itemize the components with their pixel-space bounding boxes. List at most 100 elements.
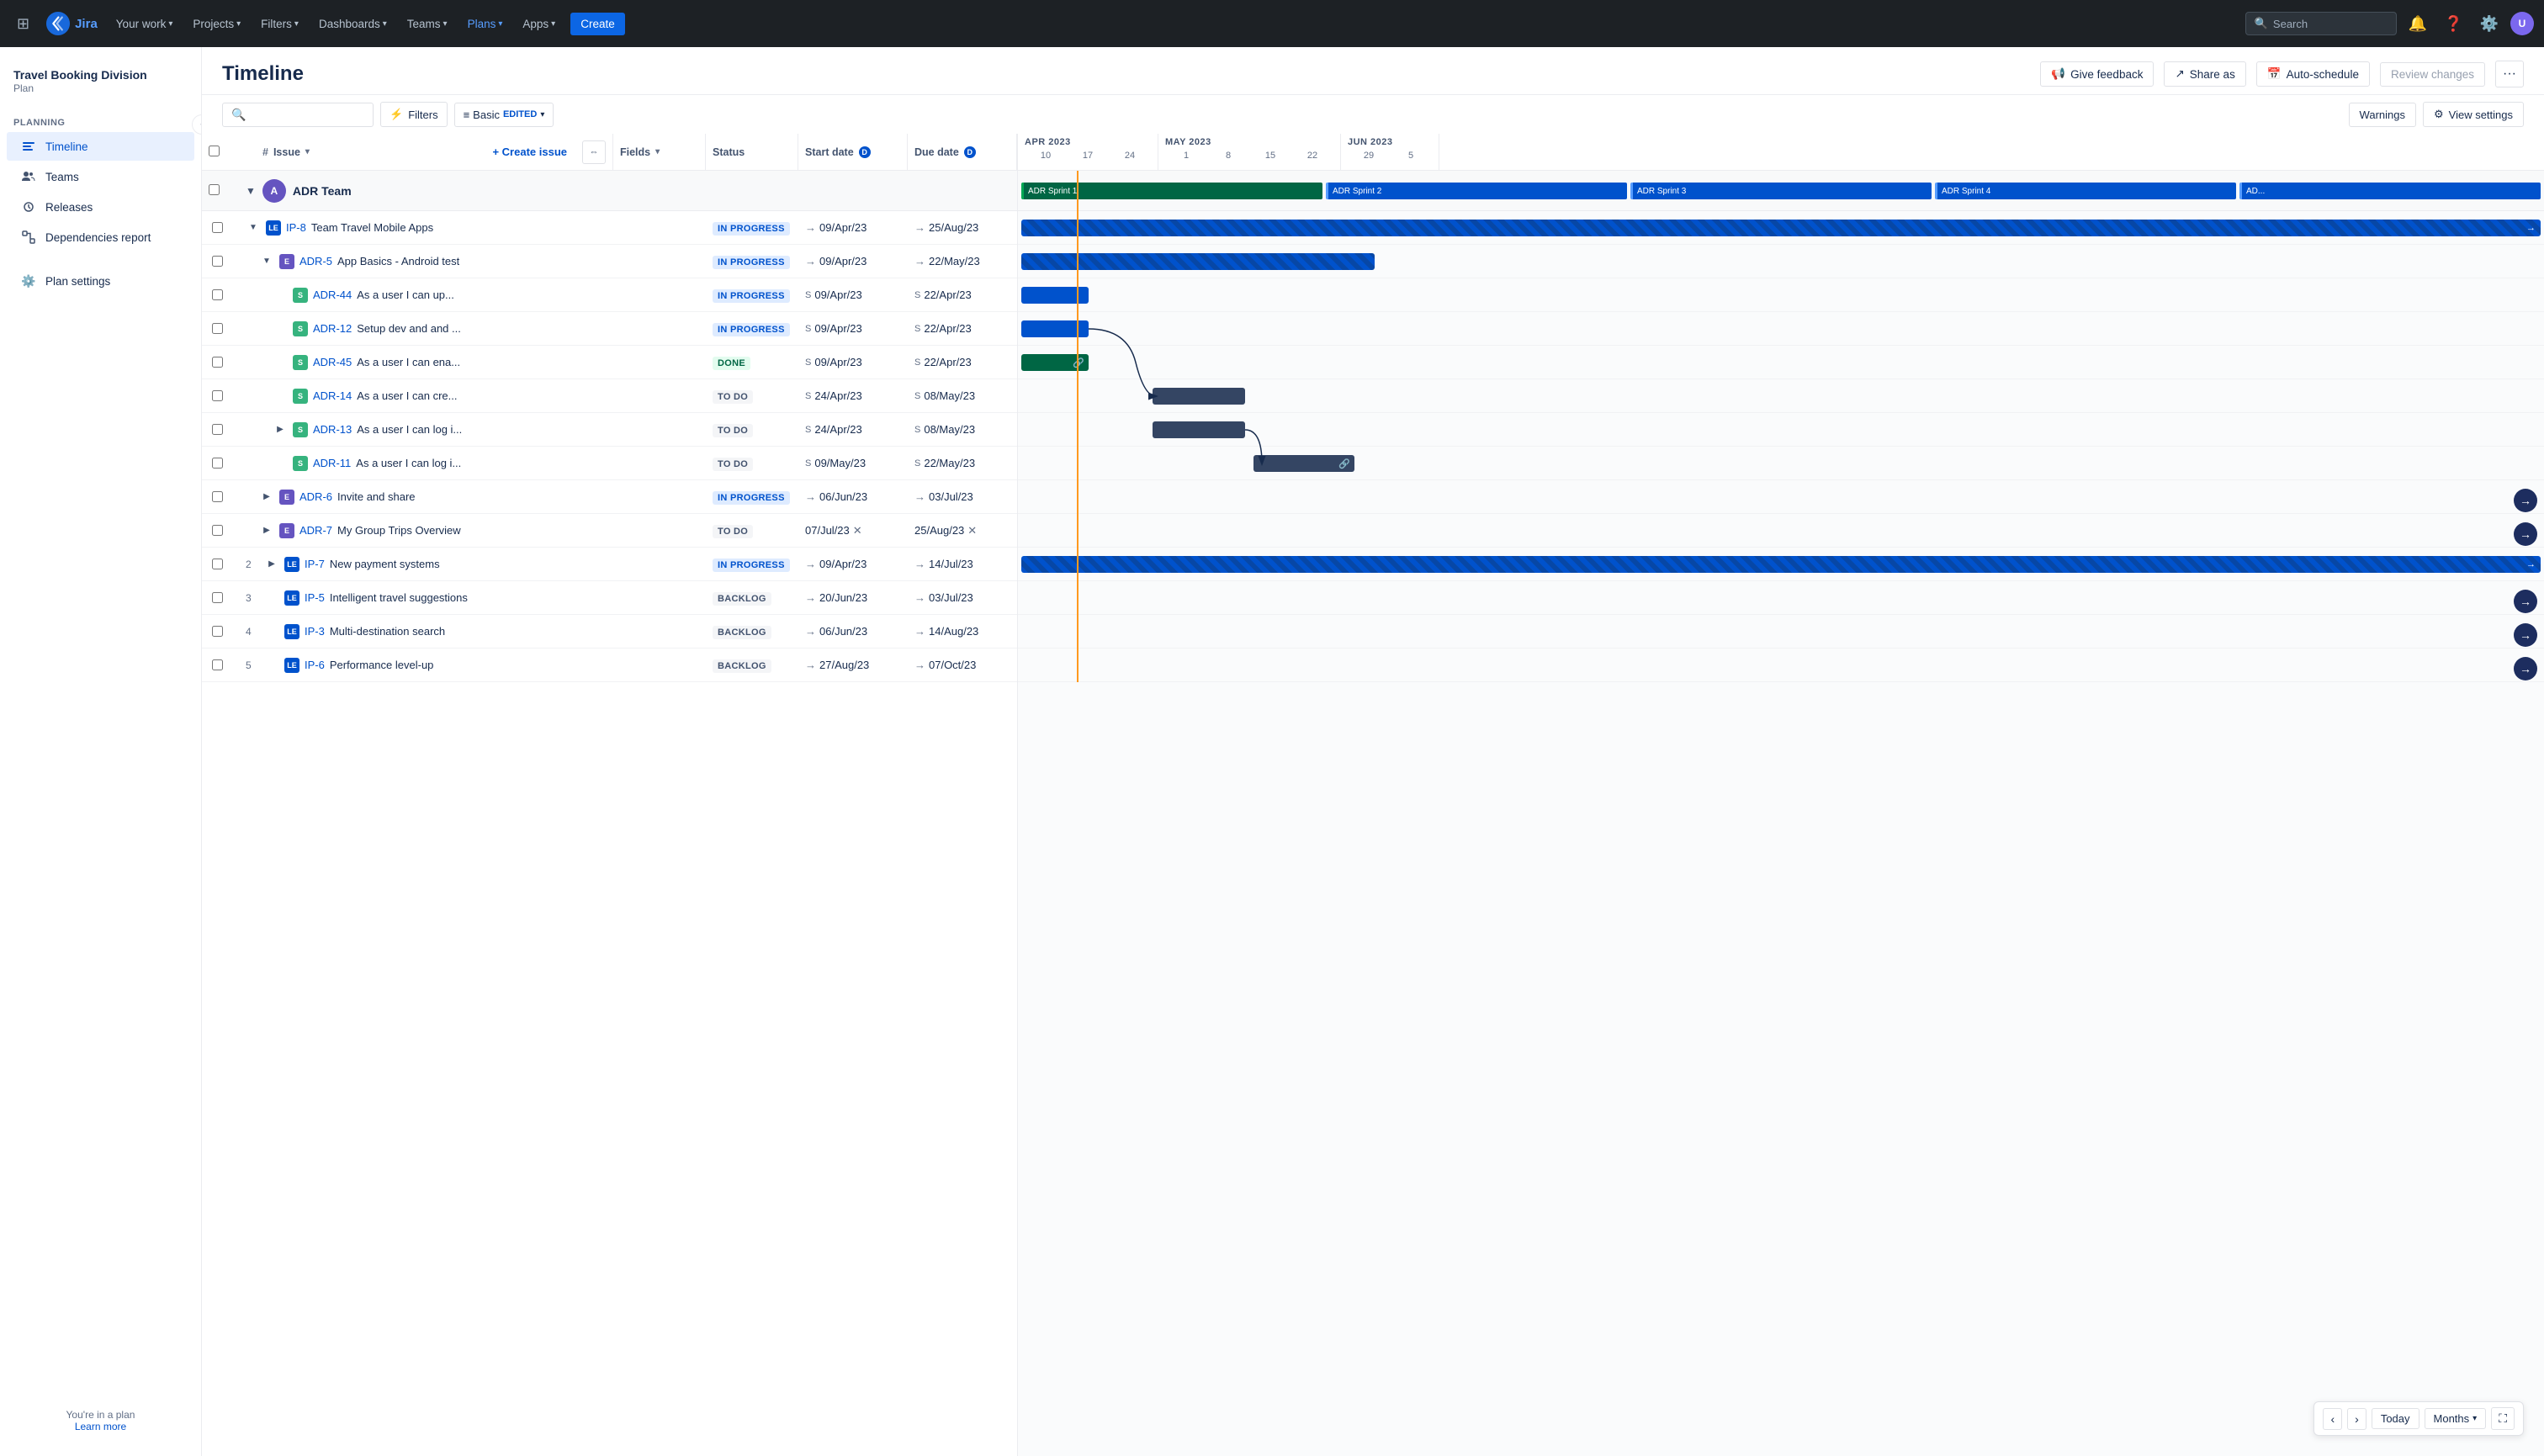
row-checkbox[interactable] [212,256,223,267]
expand-icon[interactable]: ▶ [273,425,288,434]
auto-schedule-button[interactable]: 📅 Auto-schedule [2256,61,2370,87]
row-checkbox[interactable] [212,491,223,502]
sidebar-item-releases[interactable]: Releases [7,193,194,221]
row-checkbox[interactable] [212,357,223,368]
issue-search-input[interactable] [251,109,364,121]
expand-icon[interactable]: ▶ [259,526,274,535]
create-button[interactable]: Create [570,13,625,35]
nav-filters[interactable]: Filters ▾ [252,13,307,35]
warnings-button[interactable]: Warnings [2349,103,2416,127]
row-checkbox[interactable] [212,626,223,637]
row-checkbox[interactable] [212,592,223,603]
issue-key[interactable]: ADR-7 [299,524,332,537]
jira-logo[interactable]: Jira [40,12,104,35]
gantt-bar-adr14[interactable] [1153,388,1245,405]
row-checkbox[interactable] [212,659,223,670]
expand-icon[interactable]: ▼ [246,223,261,232]
basic-filter-button[interactable]: ≡ Basic EDITED ▾ [454,103,554,127]
today-button[interactable]: Today [2372,1408,2419,1429]
gantt-bar-adr45[interactable]: 🔗 [1021,354,1089,371]
issue-name: My Group Trips Overview [337,524,461,537]
issue-key[interactable]: ADR-14 [313,389,352,402]
help-icon[interactable]: ❓ [2439,10,2467,38]
sidebar-item-plan-settings[interactable]: ⚙️ Plan settings [7,267,194,295]
issue-key[interactable]: IP-3 [305,625,325,638]
chevron-down-icon: ▾ [655,147,660,156]
off-screen-arrow-adr6[interactable]: → [2514,489,2537,512]
review-changes-button[interactable]: Review changes [2380,62,2485,87]
filters-button[interactable]: ⚡ Filters [380,102,448,127]
share-as-button[interactable]: ↗ Share as [2164,61,2245,87]
settings-icon[interactable]: ⚙️ [2475,10,2504,38]
row-checkbox[interactable] [212,390,223,401]
sidebar-item-dependencies[interactable]: Dependencies report [7,223,194,251]
issue-key[interactable]: IP-8 [286,221,306,234]
issue-key[interactable]: IP-6 [305,659,325,671]
sidebar-item-timeline[interactable]: Timeline [7,132,194,161]
table-row: ▼ E ADR-5 App Basics - Android test IN P… [202,245,1017,278]
fullscreen-button[interactable]: ⛶ [2491,1407,2515,1430]
issue-key[interactable]: IP-7 [305,558,325,570]
issue-key[interactable]: ADR-11 [313,457,351,469]
gantt-bar-adr13[interactable] [1153,421,1245,438]
next-button[interactable]: › [2347,1408,2366,1430]
gantt-bar-ip7[interactable]: → [1021,556,2541,573]
issue-key[interactable]: IP-5 [305,591,325,604]
date-value: 08/May/23 [924,423,975,436]
search-box[interactable]: 🔍 Search [2245,12,2397,35]
issue-key[interactable]: ADR-45 [313,356,352,368]
may-month-group: MAY 2023 1 8 15 22 [1158,134,1341,170]
row-checkbox[interactable] [212,559,223,569]
sidebar-collapse-button[interactable]: ‹ [192,114,202,135]
grid-icon[interactable]: ⊞ [10,8,36,40]
gantt-bar-ip8[interactable]: → [1021,220,2541,236]
gantt-bar-adr44[interactable] [1021,287,1089,304]
prev-button[interactable]: ‹ [2323,1408,2342,1430]
issue-key[interactable]: ADR-12 [313,322,352,335]
learn-more-link[interactable]: Learn more [75,1421,126,1432]
row-checkbox[interactable] [212,458,223,469]
clear-date-icon[interactable]: ✕ [967,524,977,537]
nav-your-work[interactable]: Your work ▾ [108,13,182,35]
user-avatar[interactable]: U [2510,12,2534,35]
row-checkbox[interactable] [212,424,223,435]
months-dropdown-button[interactable]: Months ▾ [2425,1408,2487,1429]
notifications-icon[interactable]: 🔔 [2404,10,2432,38]
row-checkbox[interactable] [212,525,223,536]
create-issue-button[interactable]: + Create issue [482,146,577,158]
team-chevron-icon[interactable]: ▼ [246,185,256,197]
nav-plans[interactable]: Plans ▾ [459,13,511,35]
give-feedback-button[interactable]: 📢 Give feedback [2040,61,2154,87]
nav-apps[interactable]: Apps ▾ [514,13,564,35]
off-screen-arrow-adr7[interactable]: → [2514,522,2537,546]
expand-icon[interactable]: ▶ [264,559,279,569]
team-row-checkbox[interactable] [209,184,220,195]
issue-search-box[interactable]: 🔍 [222,103,374,127]
gantt-bar-adr5[interactable] [1021,253,1375,270]
issue-key[interactable]: ADR-5 [299,255,332,267]
sidebar-item-teams[interactable]: Teams [7,162,194,191]
row-checkbox[interactable] [212,323,223,334]
expand-icon[interactable]: ▶ [259,492,274,501]
select-all-checkbox[interactable] [209,146,220,156]
day-tick: 1 [1165,147,1207,161]
nav-teams[interactable]: Teams ▾ [399,13,456,35]
off-screen-arrow-ip5[interactable]: → [2514,590,2537,613]
clear-date-icon[interactable]: ✕ [853,524,862,537]
arrow-icon: → [2520,595,2531,608]
gantt-bar-adr11[interactable]: 🔗 [1253,455,1354,472]
expand-icon[interactable]: ▼ [259,257,274,266]
gantt-bar-adr12[interactable] [1021,320,1089,337]
more-options-button[interactable]: ··· [2495,61,2524,87]
off-screen-arrow-ip6[interactable]: → [2514,657,2537,680]
expand-collapse-button[interactable]: ⇔ [582,140,606,164]
issue-key[interactable]: ADR-6 [299,490,332,503]
nav-projects[interactable]: Projects ▾ [184,13,249,35]
row-checkbox[interactable] [212,222,223,233]
view-settings-button[interactable]: ⚙ View settings [2423,102,2524,127]
row-checkbox[interactable] [212,289,223,300]
nav-dashboards[interactable]: Dashboards ▾ [310,13,395,35]
issue-key[interactable]: ADR-13 [313,423,352,436]
issue-key[interactable]: ADR-44 [313,289,352,301]
off-screen-arrow-ip3[interactable]: → [2514,623,2537,647]
